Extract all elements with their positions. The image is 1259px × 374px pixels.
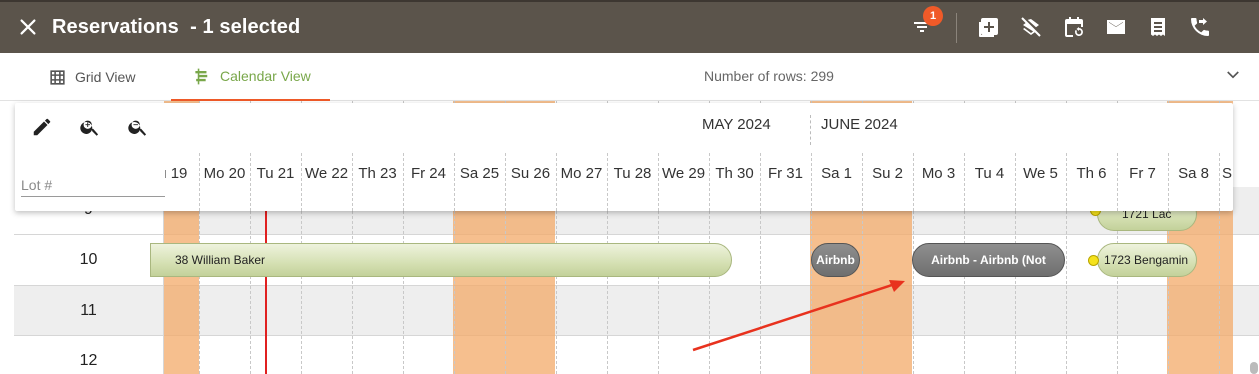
calendar-sync-icon[interactable]	[1061, 14, 1087, 40]
day-label: Fr 31	[767, 165, 803, 182]
day-divider	[454, 153, 455, 211]
reservation-bar-selected[interactable]: Airbnb - Airbnb (Not	[912, 243, 1065, 277]
day-label: Th 23	[358, 165, 397, 182]
day-divider	[658, 153, 659, 211]
day-divider	[250, 153, 251, 211]
day-label: Su 2	[872, 165, 903, 182]
tab-label: Calendar View	[220, 68, 311, 84]
day-label: Mo 3	[921, 165, 956, 182]
day-label: Fr 24	[410, 165, 446, 182]
day-label: We 5	[1023, 165, 1058, 182]
day-label: Th 30	[715, 165, 754, 182]
calendar-view-icon	[195, 68, 208, 84]
reservation-bar[interactable]: 1723 Bengamin	[1097, 243, 1197, 277]
day-divider	[1117, 153, 1118, 211]
scrollbar-thumb[interactable]	[1250, 362, 1258, 374]
day-divider	[862, 153, 863, 211]
day-label: Sa 25	[459, 165, 500, 182]
edit-icon[interactable]	[31, 116, 55, 140]
row-number: 11	[80, 302, 97, 319]
lane-11	[164, 286, 1259, 336]
today-line	[265, 211, 267, 374]
app-bar: Reservations - 1 selected 1	[0, 0, 1259, 53]
day-divider	[811, 153, 812, 211]
day-divider	[1015, 153, 1016, 211]
lane-12	[164, 336, 1259, 374]
day-label: We 22	[304, 165, 349, 182]
row-label-10: 10	[14, 235, 164, 286]
page-title: Reservations - 1 selected	[52, 16, 301, 38]
day-divider	[1168, 153, 1169, 211]
day-divider	[1219, 153, 1220, 211]
day-divider	[556, 153, 557, 211]
day-header-row: Tu 19 Mo 20 Tu 21 We 22 Th 23 Fr 24 Sa 2…	[165, 103, 1233, 211]
lot-number-input[interactable]	[21, 173, 165, 197]
reservation-label: 1723 Bengamin	[1104, 253, 1189, 267]
filter-count-badge: 1	[923, 6, 943, 26]
view-tabs: Grid View Calendar View Number of rows: …	[0, 53, 1259, 101]
day-label: Sa 1	[821, 165, 852, 182]
day-label: Tu 28	[613, 165, 652, 182]
day-label: S	[1222, 165, 1233, 182]
status-dot	[1088, 255, 1099, 266]
row-label-12: 12	[14, 336, 164, 374]
row-number: 12	[79, 352, 98, 369]
close-icon[interactable]	[17, 16, 39, 38]
day-divider	[964, 153, 965, 211]
mail-icon[interactable]	[1103, 14, 1129, 40]
day-divider	[760, 153, 761, 211]
day-label: Su 26	[510, 165, 551, 182]
tab-label: Grid View	[75, 69, 136, 85]
day-label: Tu 4	[974, 165, 1005, 182]
chevron-down-icon[interactable]	[1224, 66, 1242, 84]
reservation-bar[interactable]: 38 William Baker	[150, 243, 732, 277]
day-divider	[607, 153, 608, 211]
day-divider	[199, 153, 200, 211]
grid-icon	[50, 69, 65, 85]
day-label: Sa 8	[1178, 165, 1209, 182]
tab-calendar-view[interactable]: Calendar View	[171, 53, 330, 101]
day-divider	[1066, 153, 1067, 211]
day-divider	[301, 153, 302, 211]
day-label: Fr 7	[1129, 165, 1156, 182]
add-box-icon[interactable]	[976, 14, 1002, 40]
reservation-bar[interactable]: Airbnb	[811, 243, 860, 277]
phone-forward-icon[interactable]	[1187, 14, 1213, 40]
day-divider	[403, 153, 404, 211]
reservation-label: Airbnb - Airbnb (Not	[931, 253, 1046, 267]
day-label: Th 6	[1076, 165, 1107, 182]
day-label: Mo 27	[560, 165, 603, 182]
zoom-in-icon[interactable]	[79, 116, 103, 140]
calendar-header-panel: MAY 2024 JUNE 2024 Tu 19 Mo 20 Tu 21 We …	[15, 103, 1233, 211]
day-divider	[913, 153, 914, 211]
day-label: Tu 21	[256, 165, 295, 182]
day-divider	[352, 153, 353, 211]
zoom-out-icon[interactable]	[127, 116, 151, 140]
day-label: We 29	[661, 165, 706, 182]
reservation-label: 38 William Baker	[175, 253, 266, 267]
layers-off-icon[interactable]	[1018, 14, 1044, 40]
day-divider	[505, 153, 506, 211]
row-label-11: 11	[14, 286, 164, 336]
day-divider	[709, 153, 710, 211]
toolbar-divider	[956, 13, 957, 43]
row-number: 10	[79, 251, 98, 268]
reservation-label: Airbnb	[816, 253, 855, 267]
day-label: Mo 20	[203, 165, 246, 182]
row-count: Number of rows: 299	[704, 68, 834, 84]
day-label: Tu 19	[165, 165, 188, 182]
tab-grid-view[interactable]: Grid View	[48, 53, 135, 101]
receipt-icon[interactable]	[1145, 14, 1171, 40]
